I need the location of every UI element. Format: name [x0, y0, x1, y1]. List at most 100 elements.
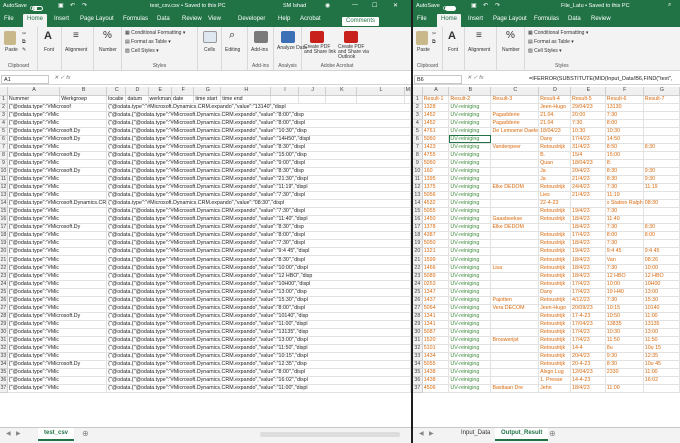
table-cell[interactable]: {"@odata.type":"#Mic: [7, 384, 108, 394]
table-cell[interactable]: 7:30: [605, 183, 644, 193]
row-header[interactable]: 28: [413, 312, 423, 321]
table-cell[interactable]: {"@odata.{"@odata.type":"#Microsoft.Dyna…: [106, 151, 411, 160]
table-cell[interactable]: 5050: [422, 239, 450, 249]
table-cell[interactable]: Elke DEDOM: [490, 183, 540, 193]
paste-icon[interactable]: [4, 31, 16, 45]
table-cell[interactable]: UV-reiniging: [448, 360, 492, 370]
table-cell[interactable]: datum: [125, 95, 149, 104]
table-cell[interactable]: {"@odata.type":"#Microsoft.Dy: [7, 312, 108, 321]
table-cell[interactable]: 7:30: [605, 223, 644, 233]
table-cell[interactable]: 1466: [422, 264, 450, 273]
table-cell[interactable]: 20/09/23: [570, 304, 606, 313]
paste-icon[interactable]: [416, 31, 428, 45]
table-cell[interactable]: 4387: [422, 231, 450, 241]
menu-home[interactable]: Home: [23, 14, 48, 27]
cell-styles-button[interactable]: ▧ Cell Styles ▾: [125, 48, 159, 54]
table-cell[interactable]: Retoustrijk: [538, 264, 572, 273]
column-header[interactable]: G: [643, 87, 680, 96]
table-cell[interactable]: UV-reiniging: [448, 167, 492, 177]
row-header[interactable]: 33: [0, 352, 8, 362]
row-header[interactable]: 3: [0, 111, 8, 120]
table-cell[interactable]: 29/04/23: [570, 103, 606, 112]
table-cell[interactable]: {"@odata.{"@odata.type":"#Microsoft.Dyna…: [106, 344, 411, 354]
row-header[interactable]: 8: [0, 151, 8, 160]
row-header[interactable]: 10: [0, 167, 8, 177]
table-cell[interactable]: Werkgroep: [59, 95, 108, 104]
table-cell[interactable]: 5064: [422, 304, 450, 313]
table-cell[interactable]: 12/04/23: [570, 368, 606, 378]
number-group[interactable]: % Number: [94, 27, 122, 71]
table-cell[interactable]: Retoustrijk: [538, 328, 572, 337]
table-cell[interactable]: Jeen-Hugo: [538, 304, 572, 313]
row-header[interactable]: 21: [0, 255, 8, 265]
row-header[interactable]: 22: [0, 264, 8, 273]
table-cell[interactable]: UV-reiniging: [448, 296, 492, 305]
table-cell[interactable]: Ja: [538, 167, 572, 177]
horizontal-scrollbar[interactable]: [260, 432, 400, 437]
table-cell[interactable]: [356, 95, 405, 104]
table-cell[interactable]: Result-7: [643, 95, 680, 104]
table-cell[interactable]: time start: [193, 95, 222, 104]
table-cell[interactable]: 12 HBO: [643, 272, 680, 281]
table-cell[interactable]: 7:30: [605, 264, 644, 273]
table-cell[interactable]: {"@odata.{"@odata.type":"#Microsoft.Dyna…: [106, 215, 411, 225]
table-cell[interactable]: [643, 135, 680, 144]
table-cell[interactable]: time end: [220, 95, 272, 104]
table-cell[interactable]: 19/4/23: [570, 247, 606, 257]
menu-developer[interactable]: Developer: [238, 16, 265, 22]
table-cell[interactable]: 5060: [422, 159, 450, 168]
table-cell[interactable]: [490, 167, 540, 177]
column-header[interactable]: C: [490, 87, 540, 96]
table-cell[interactable]: Result-1: [422, 95, 450, 104]
table-cell[interactable]: {"@odata.type":"#Microsoft.Dy: [7, 135, 108, 144]
number-group[interactable]: % Number: [497, 27, 525, 71]
redo-icon[interactable]: ↷: [495, 2, 500, 9]
row-header[interactable]: 10: [413, 167, 423, 177]
table-cell[interactable]: 1. Presse: [538, 376, 572, 386]
table-cell[interactable]: [490, 288, 540, 297]
row-header[interactable]: 32: [413, 344, 423, 354]
table-cell[interactable]: Retoustrijk: [538, 143, 572, 152]
table-cell[interactable]: 1328: [422, 103, 450, 112]
table-cell[interactable]: {"@odata.type":"#Mic: [7, 376, 108, 386]
table-cell[interactable]: 10140: [643, 304, 680, 313]
table-cell[interactable]: {"@odata.{"@odata.type":"#Microsoft.Dyna…: [106, 119, 411, 128]
table-cell[interactable]: 10:00: [605, 280, 644, 289]
table-cell[interactable]: UV-reiniging: [448, 183, 492, 193]
table-cell[interactable]: 15:00: [605, 151, 644, 160]
table-cell[interactable]: [643, 159, 680, 168]
table-cell[interactable]: [490, 344, 540, 354]
table-cell[interactable]: 24/4/23: [570, 183, 606, 193]
table-cell[interactable]: {"@odata.{"@odata.type":"#Microsoft.Dyna…: [106, 352, 411, 362]
table-cell[interactable]: [298, 95, 327, 104]
paste-label[interactable]: Paste: [5, 47, 18, 53]
table-cell[interactable]: 19 H40: [605, 288, 644, 297]
alignment-group[interactable]: ≡ Alignment: [465, 27, 497, 71]
add-sheet-icon[interactable]: ⊕: [82, 429, 89, 438]
table-cell[interactable]: Retoustrijk: [538, 272, 572, 281]
row-header[interactable]: 32: [0, 344, 8, 354]
table-cell[interactable]: 7:30: [605, 239, 644, 249]
table-cell[interactable]: 7:30: [605, 207, 644, 217]
table-cell[interactable]: {"@odata.type":"#Mic: [7, 111, 108, 120]
menu-file[interactable]: File: [417, 16, 427, 22]
table-cell[interactable]: 11:40: [605, 215, 644, 225]
row-header[interactable]: 25: [413, 288, 423, 297]
menu-page-layout[interactable]: Page Layout: [493, 16, 527, 22]
table-cell[interactable]: 2330: [605, 368, 644, 378]
formula-input[interactable]: =IFERROR(SUBSTITUTE(MID(Input_Data!B6,FI…: [529, 76, 672, 82]
table-cell[interactable]: UV-reiniging: [448, 103, 492, 112]
table-cell[interactable]: 10u 45: [643, 360, 680, 370]
cell-styles-button[interactable]: ▧ Cell Styles ▾: [528, 48, 562, 54]
undo-icon[interactable]: ↶: [483, 2, 488, 9]
search-icon[interactable]: ⌕: [668, 2, 671, 9]
table-cell[interactable]: Result-5: [570, 95, 606, 104]
table-cell[interactable]: {"@odata.{"@odata.type":"#Microsoft.Dyna…: [106, 264, 411, 273]
table-cell[interactable]: 11:19: [643, 183, 680, 193]
row-header[interactable]: 34: [0, 360, 8, 370]
row-header[interactable]: 20: [0, 247, 8, 257]
tab-next-icon[interactable]: ▶: [16, 430, 21, 437]
comments-button[interactable]: Comments: [341, 16, 381, 27]
table-cell[interactable]: 18/4/23: [570, 223, 606, 233]
table-cell[interactable]: 18/4/23: [570, 255, 606, 265]
